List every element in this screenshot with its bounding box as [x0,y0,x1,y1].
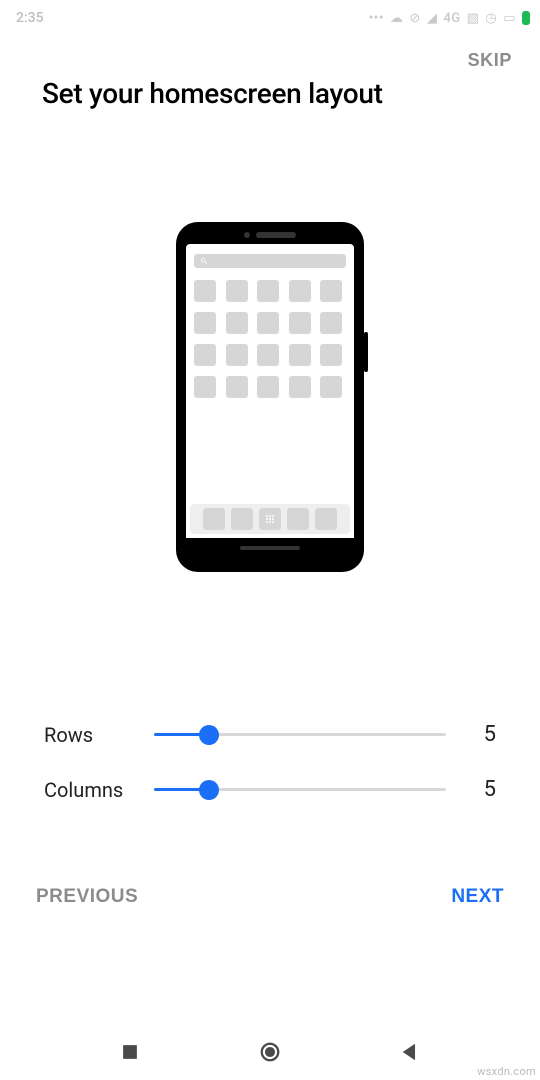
columns-slider-row: Columns 5 [44,777,496,802]
recent-apps-button[interactable] [110,1032,150,1072]
rows-slider-row: Rows 5 [44,722,496,747]
android-nav-bar [0,1024,540,1080]
dock-preview [194,508,346,530]
triangle-left-icon [399,1041,421,1063]
skip-button[interactable]: SKIP [468,50,512,71]
app-drawer-icon [259,508,281,530]
square-icon [119,1041,141,1063]
home-button[interactable] [250,1032,290,1072]
network-label: 4G [443,11,460,26]
cloud-icon: ☁ [390,11,404,26]
columns-slider[interactable] [154,778,446,802]
layout-preview [0,110,540,572]
page-title: Set your homescreen layout [0,71,540,110]
status-icons: ••• ☁ ⊘ ◢ 4G ▧ ◷ ▭ [369,11,530,26]
circle-icon [259,1041,281,1063]
battery-icon: ▭ [503,11,516,26]
previous-button[interactable]: PREVIOUS [36,886,138,908]
dnd-icon: ⊘ [409,11,420,26]
icon-grid-preview [194,280,346,498]
battery-level-icon [522,11,530,25]
clock-icon: ◷ [485,11,497,26]
search-icon [200,257,208,265]
rows-value: 5 [446,722,496,747]
rows-label: Rows [44,723,154,747]
dots-icon: ••• [369,11,384,26]
status-time: 2:35 [16,10,44,26]
next-button[interactable]: NEXT [451,886,504,908]
search-bar-preview [194,254,346,268]
signal-icon: ◢ [427,11,438,26]
phone-frame [176,222,364,572]
columns-label: Columns [44,778,154,802]
rows-slider[interactable] [154,723,446,747]
watermark: wsxdn.com [477,1065,536,1078]
nfc-icon: ▧ [467,11,480,26]
back-button[interactable] [390,1032,430,1072]
columns-value: 5 [446,777,496,802]
status-bar: 2:35 ••• ☁ ⊘ ◢ 4G ▧ ◷ ▭ [0,0,540,32]
